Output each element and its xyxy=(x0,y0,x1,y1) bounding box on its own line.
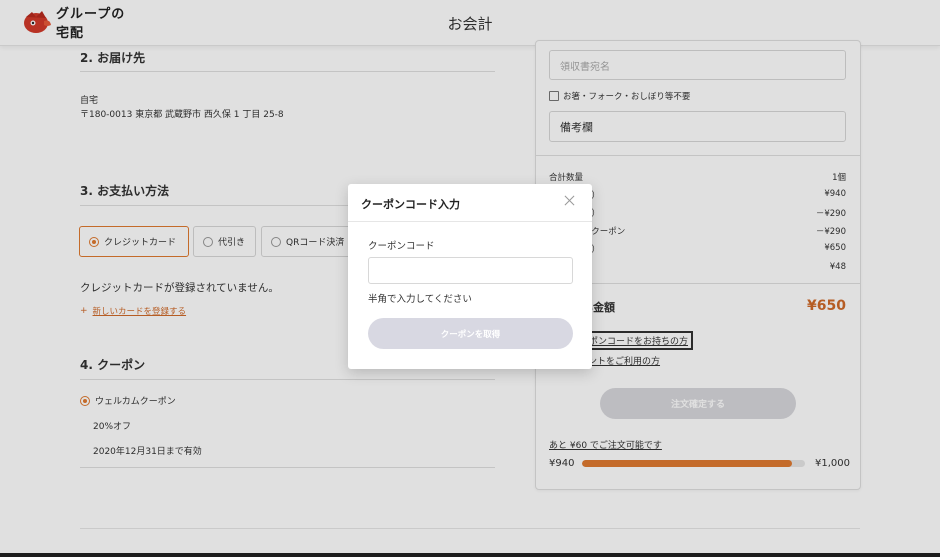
modal-header: クーポンコード入力 xyxy=(348,184,592,222)
coupon-code-label: クーポンコード xyxy=(368,241,435,252)
coupon-code-input[interactable] xyxy=(368,257,573,284)
get-coupon-button[interactable]: クーポンを取得 xyxy=(368,318,573,349)
coupon-code-modal: クーポンコード入力 クーポンコード 半角で入力してください クーポンを取得 xyxy=(348,184,592,369)
modal-title: クーポンコード入力 xyxy=(361,198,460,211)
coupon-code-hint: 半角で入力してください xyxy=(368,294,472,305)
close-icon[interactable] xyxy=(562,193,578,209)
